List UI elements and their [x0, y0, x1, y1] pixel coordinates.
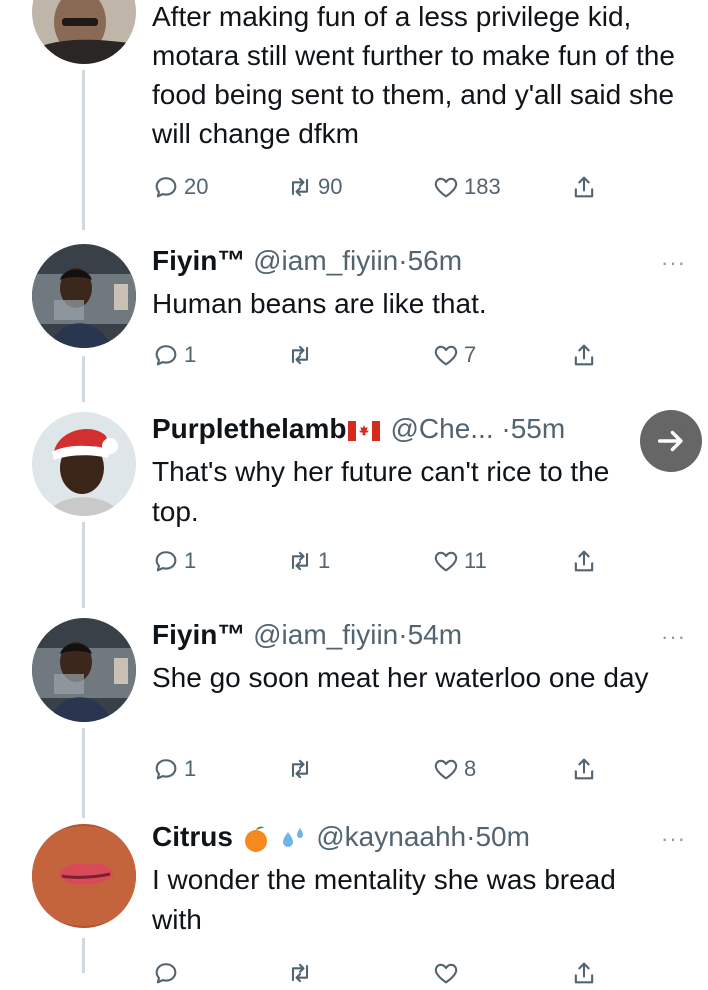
share-icon: [570, 755, 598, 783]
tweet-text: That's why her future can't rice to the …: [152, 456, 610, 527]
retweet-button[interactable]: [286, 338, 318, 372]
separator-dot: ·: [398, 245, 408, 276]
separator-dot: ·: [501, 413, 511, 444]
reply-count: 1: [184, 756, 197, 781]
retweet-icon: [286, 341, 314, 369]
like-count: 7: [464, 342, 477, 367]
timestamp[interactable]: 50m: [475, 821, 529, 852]
avatar[interactable]: [32, 0, 136, 64]
next-arrow-button[interactable]: [640, 410, 702, 472]
reply-button[interactable]: 1: [152, 338, 196, 372]
like-count: 8: [464, 756, 477, 781]
tweet-text: After making fun of a less privilege kid…: [152, 1, 675, 149]
like-count: 11: [464, 548, 487, 573]
reply-count: 1: [184, 342, 197, 367]
share-button[interactable]: [570, 956, 598, 990]
reply-icon: [152, 173, 180, 201]
display-name[interactable]: Fiyin™: [152, 619, 245, 650]
handle[interactable]: @kaynaahh: [316, 821, 466, 852]
tweet-3[interactable]: Fiyin™ @iam_fiyiin·54m She go soon meat …: [0, 608, 708, 818]
share-button[interactable]: [570, 338, 598, 372]
handle[interactable]: @iam_fiyiin: [253, 619, 398, 650]
reply-icon: [152, 547, 180, 575]
like-button[interactable]: 7: [432, 338, 476, 372]
like-button[interactable]: 183: [432, 170, 501, 204]
retweet-button[interactable]: [286, 956, 314, 990]
retweet-icon: [286, 173, 314, 201]
like-icon: [432, 755, 460, 783]
tweet-0[interactable]: After making fun of a less privilege kid…: [0, 0, 708, 230]
retweet-button[interactable]: [286, 752, 318, 786]
retweet-button[interactable]: 1: [286, 544, 330, 578]
share-icon: [570, 173, 598, 201]
tweet-text: I wonder the mentality she was bread wit…: [152, 864, 616, 935]
more-icon[interactable]: ···: [661, 624, 686, 650]
tweet-header: Purplethelamb @Che... ·55m: [152, 412, 688, 446]
reply-button[interactable]: [152, 956, 180, 990]
share-button[interactable]: [570, 544, 598, 578]
more-icon[interactable]: ···: [661, 826, 686, 852]
tweet-text: Human beans are like that.: [152, 288, 487, 319]
tweet-text: She go soon meat her waterloo one day: [152, 662, 649, 693]
like-icon: [432, 173, 460, 201]
reply-icon: [152, 959, 180, 987]
retweet-icon: [286, 755, 314, 783]
avatar[interactable]: [32, 824, 136, 928]
tweet-header: Citrus @kaynaahh·50m: [152, 820, 688, 854]
reply-count: 1: [184, 548, 197, 573]
arrow-right-icon: [657, 430, 683, 452]
like-button[interactable]: [432, 956, 460, 990]
like-button[interactable]: 11: [432, 544, 487, 578]
separator-dot: ·: [398, 619, 408, 650]
more-icon[interactable]: ···: [661, 250, 686, 276]
retweet-count: 90: [318, 174, 343, 199]
like-icon: [432, 959, 460, 987]
share-icon: [570, 341, 598, 369]
tangerine-emoji: [244, 826, 267, 852]
reply-icon: [152, 341, 180, 369]
reply-button[interactable]: 1: [152, 752, 196, 786]
share-button[interactable]: [570, 170, 598, 204]
tweet-header: Fiyin™ @iam_fiyiin·54m: [152, 618, 688, 652]
retweet-button[interactable]: 90: [286, 170, 342, 204]
avatar[interactable]: [32, 412, 136, 516]
thread-line: [82, 70, 85, 230]
sweat-droplets-emoji: [283, 827, 304, 847]
timestamp[interactable]: 54m: [408, 619, 462, 650]
like-count: 183: [464, 174, 501, 199]
thread-line: [82, 938, 85, 973]
tweet-2[interactable]: Purplethelamb @Che... ·55m That's why he…: [0, 402, 708, 608]
handle[interactable]: @Che...: [390, 413, 493, 444]
share-icon: [570, 547, 598, 575]
reply-count: 20: [184, 174, 209, 199]
retweet-icon: [286, 547, 314, 575]
retweet-count: 1: [318, 548, 331, 573]
reply-button[interactable]: 1: [152, 544, 196, 578]
reply-button[interactable]: 20: [152, 170, 208, 204]
like-button[interactable]: 8: [432, 752, 476, 786]
thread-line: [82, 728, 85, 818]
avatar[interactable]: [32, 618, 136, 722]
timestamp[interactable]: 55m: [511, 413, 565, 444]
tweet-4[interactable]: Citrus @kaynaahh·50m I wonder the mental…: [0, 818, 708, 973]
display-name[interactable]: Purplethelamb: [152, 413, 346, 444]
reply-icon: [152, 755, 180, 783]
thread-line: [82, 522, 85, 608]
share-icon: [570, 959, 598, 987]
share-button[interactable]: [570, 752, 598, 786]
tweet-1[interactable]: Fiyin™ @iam_fiyiin·56m Human beans are l…: [0, 232, 708, 402]
like-icon: [432, 547, 460, 575]
avatar[interactable]: [32, 244, 136, 348]
display-name[interactable]: Citrus: [152, 821, 233, 852]
display-name[interactable]: Fiyin™: [152, 245, 245, 276]
handle[interactable]: @iam_fiyiin: [253, 245, 398, 276]
retweet-icon: [286, 959, 314, 987]
canada-flag: [348, 420, 381, 441]
like-icon: [432, 341, 460, 369]
timestamp[interactable]: 56m: [408, 245, 462, 276]
tweet-header: Fiyin™ @iam_fiyiin·56m: [152, 244, 688, 278]
thread-line: [82, 356, 85, 402]
